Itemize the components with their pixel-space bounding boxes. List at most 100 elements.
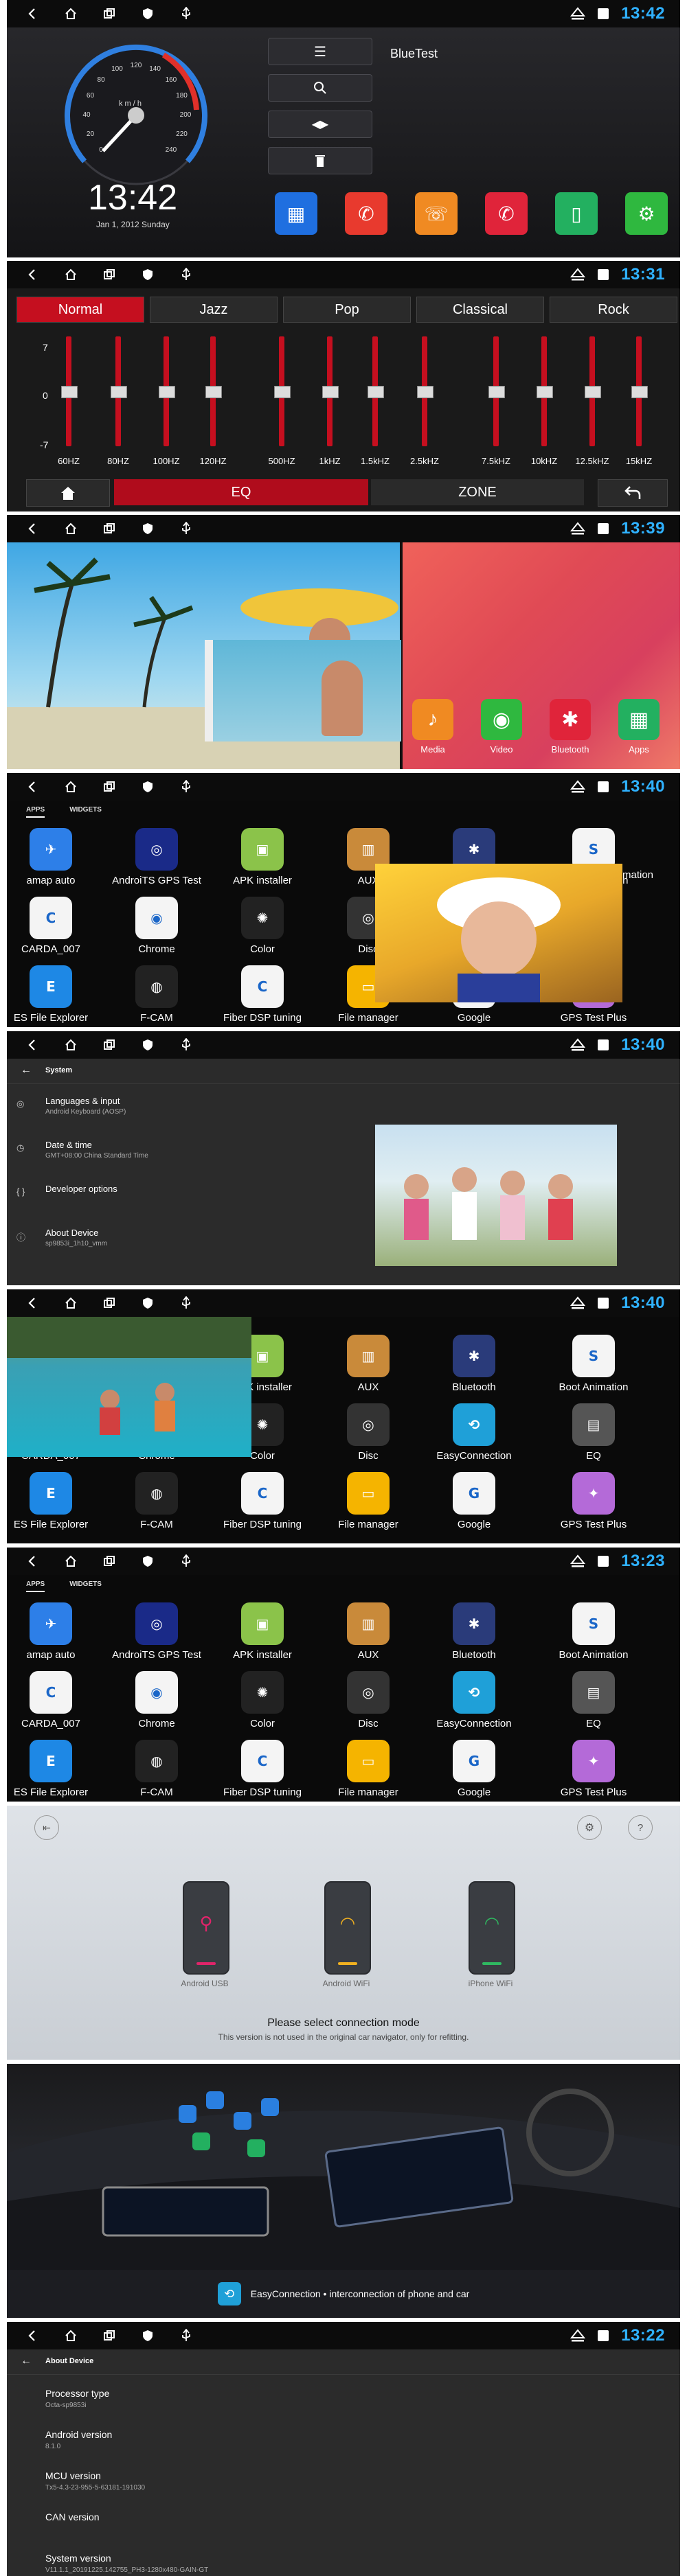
- app-google[interactable]: G Google: [426, 1472, 522, 1530]
- about-item-title[interactable]: CAN version: [45, 2511, 100, 2522]
- eq-tab-button[interactable]: EQ: [114, 479, 368, 505]
- eject-icon[interactable]: [570, 2328, 586, 2343]
- eq-slider-knob[interactable]: [537, 386, 553, 398]
- eq-preset-classical[interactable]: Classical: [416, 297, 544, 323]
- about-item-title[interactable]: System version: [45, 2553, 111, 2564]
- app-color[interactable]: ✺ Color: [214, 897, 311, 955]
- app-aux[interactable]: ▥ AUX: [320, 1602, 416, 1661]
- mode-iphone-wifi-button[interactable]: ◠: [469, 1881, 515, 1975]
- eq-preset-jazz[interactable]: Jazz: [150, 297, 278, 323]
- eq-slider-knob[interactable]: [61, 386, 78, 398]
- eq-slider-knob[interactable]: [322, 386, 339, 398]
- system-item-title[interactable]: Date & time: [45, 1140, 92, 1150]
- tab-widgets[interactable]: WIDGETS: [69, 1580, 102, 1592]
- back-icon[interactable]: [25, 1296, 40, 1311]
- app-f-cam[interactable]: ◍ F-CAM: [109, 965, 205, 1024]
- eject-icon[interactable]: [570, 6, 586, 21]
- system-item-title[interactable]: Developer options: [45, 1184, 117, 1194]
- phone-link-button[interactable]: ▯: [555, 192, 598, 235]
- dock-video-icon[interactable]: ◉: [481, 699, 522, 740]
- app-es-file-explorer[interactable]: E ES File Explorer: [7, 1472, 99, 1530]
- mode-android-wifi-button[interactable]: ◠: [324, 1881, 371, 1975]
- app-carda-007[interactable]: C CARDA_007: [7, 897, 99, 955]
- eject-icon[interactable]: [570, 267, 586, 282]
- skip-button[interactable]: ◀▶: [268, 111, 372, 138]
- app-file-manager[interactable]: ▭ File manager: [320, 1740, 416, 1798]
- eq-slider-knob[interactable]: [585, 386, 601, 398]
- app-bluetooth[interactable]: ✱ Bluetooth: [426, 1602, 522, 1661]
- eq-slider-knob[interactable]: [631, 386, 648, 398]
- app-gps-test-plus[interactable]: ✦ GPS Test Plus: [545, 1740, 642, 1798]
- app-disc[interactable]: ◎ Disc: [320, 1671, 416, 1729]
- eject-icon[interactable]: [570, 1296, 586, 1311]
- about-item-title[interactable]: Android version: [45, 2429, 112, 2440]
- app-f-cam[interactable]: ◍ F-CAM: [109, 1472, 205, 1530]
- eject-icon[interactable]: [570, 1554, 586, 1569]
- back-icon[interactable]: [25, 267, 40, 282]
- app-fiber-dsp-tuning[interactable]: C Fiber DSP tuning: [214, 965, 311, 1024]
- recent-apps-icon[interactable]: [102, 1296, 117, 1311]
- app-es-file-explorer[interactable]: E ES File Explorer: [7, 965, 99, 1024]
- zone-tab-button[interactable]: ZONE: [371, 479, 584, 505]
- eq-slider-knob[interactable]: [111, 386, 127, 398]
- about-item-title[interactable]: MCU version: [45, 2470, 101, 2481]
- search-button[interactable]: [268, 74, 372, 102]
- system-item-title[interactable]: About Device: [45, 1228, 98, 1238]
- call-log-button[interactable]: ✆: [485, 192, 528, 235]
- app-google[interactable]: G Google: [426, 1740, 522, 1798]
- app-amap-auto[interactable]: ✈ amap auto: [7, 828, 99, 886]
- app-carda-007[interactable]: C CARDA_007: [7, 1671, 99, 1729]
- app-apk-installer[interactable]: ▣ APK installer: [214, 1602, 311, 1661]
- home-icon[interactable]: [63, 267, 78, 282]
- eject-icon[interactable]: [570, 779, 586, 794]
- mode-android-usb-button[interactable]: ⚲: [183, 1881, 229, 1975]
- eq-slider-knob[interactable]: [274, 386, 291, 398]
- recent-apps-icon[interactable]: [102, 2328, 117, 2343]
- eq-preset-normal[interactable]: Normal: [16, 297, 144, 323]
- back-icon[interactable]: [25, 6, 40, 21]
- settings-button[interactable]: ⚙: [625, 192, 668, 235]
- back-icon[interactable]: [25, 1037, 40, 1053]
- delete-button[interactable]: [268, 147, 372, 174]
- about-item-title[interactable]: Processor type: [45, 2388, 109, 2399]
- back-arrow-icon[interactable]: ←: [21, 1064, 32, 1077]
- recent-apps-icon[interactable]: [102, 6, 117, 21]
- home-icon[interactable]: [63, 1554, 78, 1569]
- recent-apps-icon[interactable]: [102, 1037, 117, 1053]
- phone-button[interactable]: ✆: [345, 192, 387, 235]
- dock-bluetooth-icon[interactable]: ✱: [550, 699, 591, 740]
- app-androits-gps-test[interactable]: ◎ AndroiTS GPS Test: [109, 828, 205, 886]
- eq-back-button[interactable]: [598, 479, 668, 507]
- app-eq[interactable]: ▤ EQ: [545, 1403, 642, 1462]
- eq-slider-knob[interactable]: [417, 386, 433, 398]
- back-icon[interactable]: [25, 521, 40, 536]
- back-icon[interactable]: [25, 2328, 40, 2343]
- app-bluetooth[interactable]: ✱ Bluetooth: [426, 1335, 522, 1393]
- app-androits-gps-test[interactable]: ◎ AndroiTS GPS Test: [109, 1602, 205, 1661]
- home-icon[interactable]: [63, 1296, 78, 1311]
- playlist-button[interactable]: ☰: [268, 38, 372, 65]
- recent-apps-icon[interactable]: [102, 267, 117, 282]
- dock-apps-icon[interactable]: ▦: [618, 699, 660, 740]
- app-es-file-explorer[interactable]: E ES File Explorer: [7, 1740, 99, 1798]
- app-aux[interactable]: ▥ AUX: [320, 1335, 416, 1393]
- back-icon[interactable]: [25, 1554, 40, 1569]
- eq-preset-rock[interactable]: Rock: [550, 297, 677, 323]
- home-icon[interactable]: [63, 2328, 78, 2343]
- help-button[interactable]: ?: [628, 1815, 653, 1840]
- app-boot-animation[interactable]: S Boot Animation: [545, 1602, 642, 1661]
- dock-media-icon[interactable]: ♪: [412, 699, 453, 740]
- app-gps-test-plus[interactable]: ✦ GPS Test Plus: [545, 1472, 642, 1530]
- tab-apps[interactable]: APPS: [26, 1580, 45, 1592]
- app-easyconnection[interactable]: ⟲ EasyConnection: [426, 1671, 522, 1729]
- app-color[interactable]: ✺ Color: [214, 1671, 311, 1729]
- system-item-title[interactable]: Languages & input: [45, 1096, 120, 1106]
- eq-home-button[interactable]: [26, 479, 110, 507]
- app-boot-animation[interactable]: S Boot Animation: [545, 1335, 642, 1393]
- app-chrome[interactable]: ◉ Chrome: [109, 1671, 205, 1729]
- app-eq[interactable]: ▤ EQ: [545, 1671, 642, 1729]
- contacts-button[interactable]: ☏: [415, 192, 458, 235]
- eject-icon[interactable]: [570, 521, 586, 536]
- app-fiber-dsp-tuning[interactable]: C Fiber DSP tuning: [214, 1740, 311, 1798]
- app-easyconnection[interactable]: ⟲ EasyConnection: [426, 1403, 522, 1462]
